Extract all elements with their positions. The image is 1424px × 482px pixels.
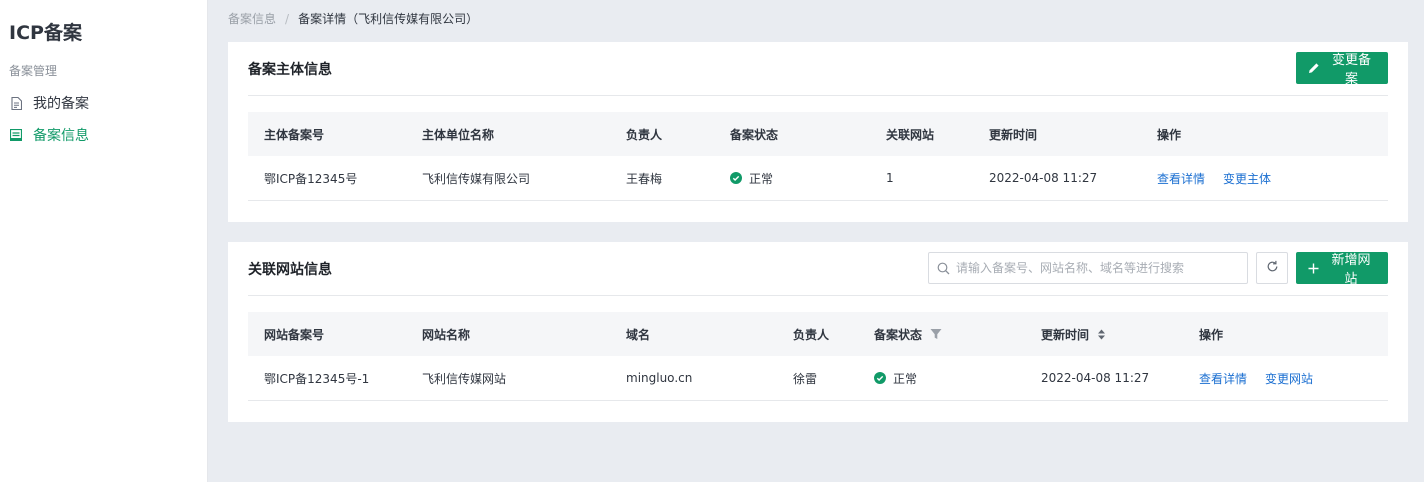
status-text: 正常 bbox=[893, 371, 918, 386]
breadcrumb-item-record-info[interactable]: 备案信息 bbox=[228, 10, 276, 27]
status-text: 正常 bbox=[749, 171, 774, 186]
record-no-cell: 鄂ICP备12345号 bbox=[264, 171, 358, 186]
column-header: 主体单位名称 bbox=[422, 127, 495, 142]
card-title: 备案主体信息 bbox=[248, 62, 332, 78]
company-cell: 飞利信传媒有限公司 bbox=[422, 171, 531, 186]
status-cell: 正常 bbox=[730, 156, 773, 200]
add-site-button[interactable]: 新增网站 bbox=[1296, 252, 1388, 287]
actions-cell: 查看详情 变更网站 bbox=[1199, 356, 1331, 400]
sidebar-item-label: 备案信息 bbox=[33, 128, 89, 144]
table-header: 主体备案号 主体单位名称 负责人 备案状态 关联网站 更新时间 操作 bbox=[248, 112, 1388, 156]
updated-cell: 2022-04-08 11:27 bbox=[1041, 371, 1150, 385]
view-detail-link[interactable]: 查看详情 bbox=[1199, 370, 1247, 387]
column-header-updated: 更新时间 bbox=[1041, 312, 1106, 356]
table-header: 网站备案号 网站名称 域名 负责人 备案状态 更新时间 操作 bbox=[248, 312, 1388, 356]
refresh-icon bbox=[1266, 260, 1279, 276]
change-subject-link[interactable]: 变更主体 bbox=[1223, 170, 1271, 187]
breadcrumb-separator: / bbox=[285, 11, 290, 26]
change-record-button[interactable]: 变更备案 bbox=[1296, 52, 1388, 87]
search-box[interactable] bbox=[928, 252, 1248, 284]
nav-group-title: 备案管理 bbox=[9, 64, 58, 78]
document-icon bbox=[9, 96, 23, 110]
column-header: 负责人 bbox=[626, 127, 663, 142]
column-header: 域名 bbox=[626, 327, 651, 342]
table-row: 鄂ICP备12345号-1 飞利信传媒网站 mingluo.cn 徐雷 正常 2… bbox=[248, 356, 1388, 401]
updated-cell: 2022-04-08 11:27 bbox=[989, 171, 1098, 185]
column-header: 网站名称 bbox=[422, 327, 471, 342]
column-header-label: 更新时间 bbox=[1041, 327, 1090, 342]
check-circle-icon bbox=[874, 372, 886, 384]
view-detail-link[interactable]: 查看详情 bbox=[1157, 170, 1205, 187]
column-header: 关联网站 bbox=[886, 127, 935, 142]
refresh-button[interactable] bbox=[1256, 252, 1288, 284]
plus-icon bbox=[1308, 263, 1319, 274]
breadcrumb-item-current: 备案详情（飞利信传媒有限公司） bbox=[298, 12, 479, 26]
status-cell: 正常 bbox=[874, 356, 917, 400]
record-no-cell: 鄂ICP备12345号-1 bbox=[264, 371, 370, 386]
column-header-label: 备案状态 bbox=[874, 327, 923, 342]
column-header: 备案状态 bbox=[730, 127, 779, 142]
button-label: 新增网站 bbox=[1331, 253, 1371, 287]
button-label: 变更备案 bbox=[1331, 53, 1371, 87]
column-header-status: 备案状态 bbox=[874, 312, 942, 356]
sites-count-cell: 1 bbox=[886, 171, 894, 185]
card-title: 关联网站信息 bbox=[248, 262, 332, 278]
divider bbox=[248, 295, 1388, 296]
site-table: 网站备案号 网站名称 域名 负责人 备案状态 更新时间 操作 鄂ICP备1234… bbox=[248, 312, 1388, 401]
column-header: 负责人 bbox=[793, 327, 830, 342]
column-header: 主体备案号 bbox=[264, 127, 325, 142]
app-title: ICP备案 bbox=[9, 22, 82, 44]
list-icon bbox=[9, 128, 23, 142]
sidebar-item-label: 我的备案 bbox=[33, 96, 89, 112]
site-name-cell: 飞利信传媒网站 bbox=[422, 371, 507, 386]
search-icon bbox=[937, 262, 950, 275]
sidebar-item-record-info[interactable]: 备案信息 bbox=[9, 125, 89, 145]
domain-cell: mingluo.cn bbox=[626, 371, 693, 385]
filter-icon[interactable] bbox=[930, 328, 942, 340]
sidebar-item-my-records[interactable]: 我的备案 bbox=[9, 93, 89, 113]
column-header: 更新时间 bbox=[989, 127, 1038, 142]
subject-info-card: 备案主体信息 变更备案 主体备案号 主体单位名称 负责人 备案状态 关联网站 更… bbox=[228, 42, 1408, 222]
owner-cell: 王春梅 bbox=[626, 171, 663, 186]
column-header: 操作 bbox=[1157, 127, 1182, 142]
column-header: 网站备案号 bbox=[264, 327, 325, 342]
owner-cell: 徐雷 bbox=[793, 371, 818, 386]
check-circle-icon bbox=[730, 172, 742, 184]
table-row: 鄂ICP备12345号 飞利信传媒有限公司 王春梅 正常 1 2022-04-0… bbox=[248, 156, 1388, 201]
change-site-link[interactable]: 变更网站 bbox=[1265, 370, 1313, 387]
subject-table: 主体备案号 主体单位名称 负责人 备案状态 关联网站 更新时间 操作 鄂ICP备… bbox=[248, 112, 1388, 201]
edit-icon bbox=[1308, 62, 1320, 74]
sidebar: ICP备案 备案管理 我的备案 备案信息 bbox=[0, 0, 208, 482]
column-header: 操作 bbox=[1199, 327, 1224, 342]
site-info-card: 关联网站信息 新增网站 网站备案号 网站名称 域名 负责人 备案状态 bbox=[228, 242, 1408, 422]
actions-cell: 查看详情 变更主体 bbox=[1157, 156, 1289, 200]
divider bbox=[248, 95, 1388, 96]
breadcrumb: 备案信息 / 备案详情（飞利信传媒有限公司） bbox=[228, 10, 478, 27]
sort-icon[interactable] bbox=[1097, 329, 1106, 340]
search-input[interactable] bbox=[956, 261, 1236, 275]
